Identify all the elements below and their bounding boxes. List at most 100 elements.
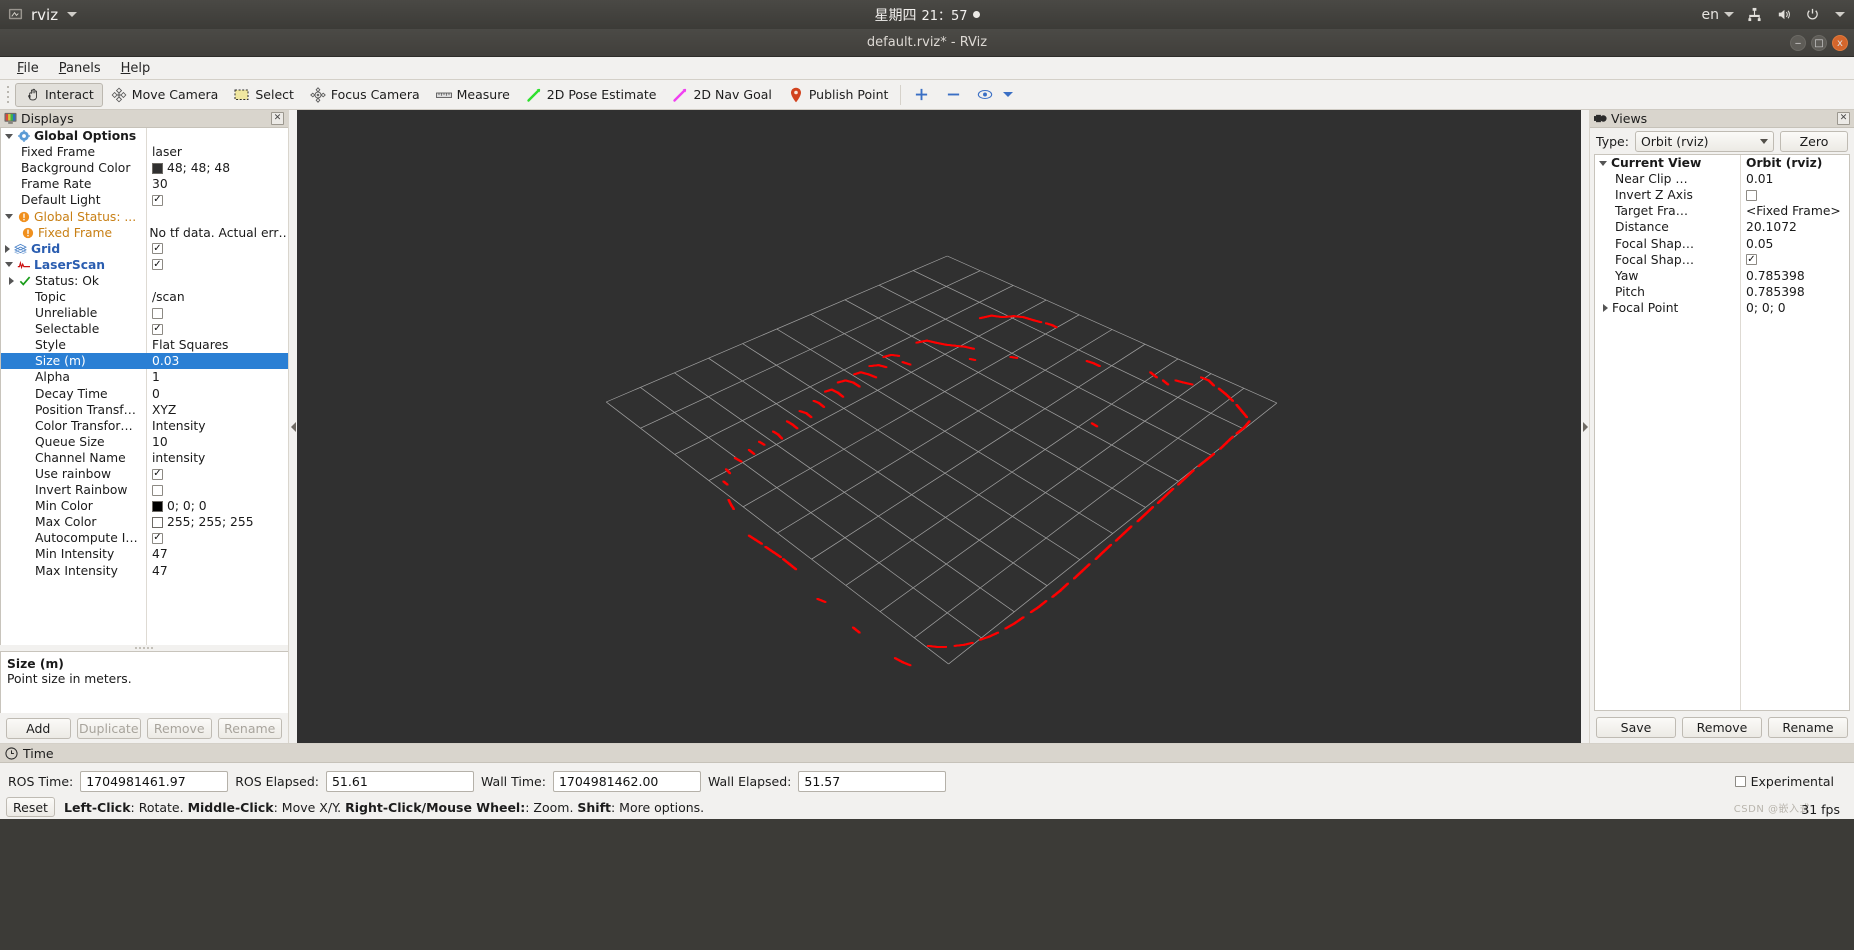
tree-row-value-cell[interactable]: 0; 0; 0: [146, 499, 207, 513]
tree-checkbox[interactable]: ✓: [152, 323, 163, 335]
chevron-right-icon[interactable]: [5, 244, 10, 253]
network-icon[interactable]: [1746, 6, 1763, 23]
tree-row[interactable]: Current View Orbit (rviz): [1595, 155, 1849, 171]
tool-publish-point[interactable]: Publish Point: [780, 83, 897, 107]
volume-icon[interactable]: [1775, 6, 1792, 23]
zero-button[interactable]: Zero: [1780, 130, 1848, 152]
chevron-right-icon[interactable]: [9, 276, 14, 285]
tree-row[interactable]: Position Transf… XYZ: [1, 402, 288, 418]
ros-elapsed-input[interactable]: 51.61: [325, 770, 474, 792]
menu-panels[interactable]: Panels: [50, 59, 110, 78]
tree-row[interactable]: Channel Name intensity: [1, 450, 288, 466]
color-swatch[interactable]: [152, 162, 163, 174]
tree-row[interactable]: Global Status: ...: [1, 208, 288, 224]
wall-elapsed-input[interactable]: 51.57: [798, 770, 947, 792]
tool-focus-camera[interactable]: Focus Camera: [302, 83, 428, 107]
chevron-down-icon[interactable]: [1835, 12, 1845, 17]
tree-checkbox[interactable]: [1746, 189, 1757, 201]
toolbar-grip[interactable]: [4, 84, 13, 106]
views-tree[interactable]: Current View Orbit (rviz) Near Clip … 0.01 I…: [1594, 154, 1850, 711]
tree-row-value-cell[interactable]: 0: [146, 387, 160, 401]
tree-row[interactable]: Pitch 0.785398: [1595, 284, 1849, 300]
tree-row-value-cell[interactable]: 10: [146, 435, 168, 449]
tree-row[interactable]: Background Color 48; 48; 48: [1, 160, 288, 176]
tool-2d-pose-estimate[interactable]: 2D Pose Estimate: [518, 83, 665, 107]
tree-row[interactable]: Invert Z Axis: [1595, 187, 1849, 203]
chevron-down-icon[interactable]: [5, 133, 13, 139]
tree-checkbox[interactable]: [152, 307, 163, 319]
close-button[interactable]: x: [1832, 35, 1848, 51]
tree-row[interactable]: Frame Rate 30: [1, 176, 288, 192]
rename-button[interactable]: Rename: [1768, 716, 1848, 738]
displays-tree[interactable]: Global Options Fixed Frame laser Background…: [0, 128, 288, 645]
chevron-down-icon[interactable]: [5, 262, 13, 268]
tree-row-value-cell[interactable]: 47: [146, 564, 168, 578]
tree-row-value-cell[interactable]: 0.05: [1740, 237, 1773, 251]
tree-row[interactable]: Decay Time 0: [1, 386, 288, 402]
tree-row[interactable]: Topic/scan: [1, 289, 288, 305]
tool-properties-icon[interactable]: [977, 87, 993, 103]
tree-row[interactable]: Default Light ✓: [1, 192, 288, 208]
tree-row[interactable]: Autocompute I… ✓: [1, 530, 288, 546]
tree-row-value-cell[interactable]: No tf data. Actual err…: [143, 226, 288, 240]
tree-row-value-cell[interactable]: ✓: [146, 194, 163, 206]
maximize-button[interactable]: □: [1811, 35, 1827, 51]
tree-row-value-cell[interactable]: ✓: [146, 468, 163, 480]
tree-checkbox[interactable]: ✓: [152, 194, 163, 206]
views-panel-close-icon[interactable]: ✕: [1837, 112, 1850, 125]
color-swatch[interactable]: [152, 516, 163, 528]
tree-row[interactable]: Fixed Frame laser: [1, 144, 288, 160]
tree-row-value-cell[interactable]: ✓: [146, 259, 163, 271]
tool-move-camera[interactable]: Move Camera: [103, 83, 227, 107]
tree-row[interactable]: Target Fra… <Fixed Frame>: [1595, 203, 1849, 219]
tree-checkbox[interactable]: [152, 484, 163, 496]
system-app-menu[interactable]: rviz: [0, 6, 78, 24]
menu-help[interactable]: Help: [112, 59, 160, 78]
experimental-checkbox[interactable]: [1734, 775, 1746, 787]
reset-button[interactable]: Reset: [6, 797, 55, 817]
tree-row[interactable]: Distance 20.1072: [1595, 219, 1849, 235]
tree-row-value-cell[interactable]: 48; 48; 48: [146, 161, 230, 175]
tree-row-value-cell[interactable]: /scan: [146, 290, 185, 304]
menu-file[interactable]: File: [8, 59, 48, 78]
chevron-right-icon[interactable]: [1603, 303, 1608, 312]
tree-row[interactable]: Queue Size 10: [1, 434, 288, 450]
tree-row-value-cell[interactable]: ✓: [1740, 254, 1757, 266]
tree-row[interactable]: Style Flat Squares: [1, 337, 288, 353]
tree-row-value-cell[interactable]: 47: [146, 547, 168, 561]
tree-row-value-cell[interactable]: intensity: [146, 451, 205, 465]
tree-row[interactable]: Use rainbow ✓: [1, 466, 288, 482]
tree-row[interactable]: Focal Point 0; 0; 0: [1595, 300, 1849, 316]
left-panel-collapse-handle[interactable]: [289, 110, 297, 743]
render-viewport-3d[interactable]: [297, 110, 1581, 743]
tree-row-value-cell[interactable]: 30: [146, 177, 168, 191]
tool-select[interactable]: Select: [226, 83, 302, 107]
tree-row-value-cell[interactable]: 0.785398: [1740, 285, 1805, 299]
tree-checkbox[interactable]: ✓: [152, 243, 163, 255]
tree-row[interactable]: Near Clip … 0.01: [1595, 171, 1849, 187]
tree-row-value-cell[interactable]: ✓: [146, 243, 163, 255]
tree-row-value-cell[interactable]: XYZ: [146, 403, 176, 417]
tree-row-value-cell[interactable]: Flat Squares: [146, 338, 228, 352]
tree-row[interactable]: Alpha 1: [1, 369, 288, 385]
tree-row[interactable]: Yaw 0.785398: [1595, 268, 1849, 284]
chevron-down-icon[interactable]: [1003, 92, 1014, 97]
wall-time-input[interactable]: 1704981462.00: [552, 770, 701, 792]
tree-row-value-cell[interactable]: [1740, 189, 1757, 201]
tree-row-value-cell[interactable]: ✓: [146, 323, 163, 335]
tree-row-value-cell[interactable]: 20.1072: [1740, 220, 1797, 234]
tree-row[interactable]: Focal Shap… ✓: [1595, 252, 1849, 268]
tree-row[interactable]: Global Options: [1, 128, 288, 144]
tree-row[interactable]: Selectable ✓: [1, 321, 288, 337]
displays-panel-close-icon[interactable]: ✕: [271, 112, 284, 125]
color-swatch[interactable]: [152, 500, 163, 512]
view-type-select[interactable]: Orbit (rviz): [1634, 130, 1774, 152]
tree-row-value-cell[interactable]: 0.03: [146, 354, 179, 368]
tree-row[interactable]: Status: Ok: [1, 273, 288, 289]
minimize-button[interactable]: ‒: [1790, 35, 1806, 51]
tree-row[interactable]: Unreliable: [1, 305, 288, 321]
tree-row-value-cell[interactable]: 0.785398: [1740, 269, 1805, 283]
tree-row[interactable]: LaserScan ✓: [1, 257, 288, 273]
tree-row-value-cell[interactable]: 1: [146, 370, 160, 384]
tree-row-value-cell[interactable]: Orbit (rviz): [1740, 156, 1822, 170]
